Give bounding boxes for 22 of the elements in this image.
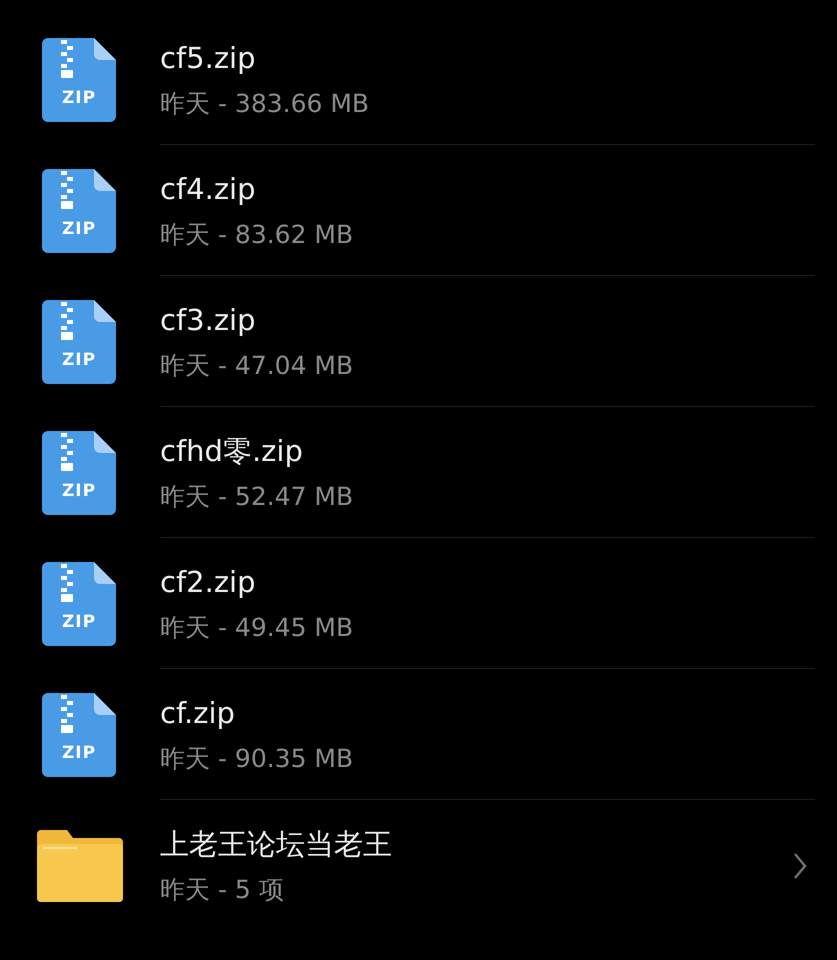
- zip-file-icon: ZIP: [42, 430, 116, 514]
- file-name: cf4.zip: [160, 170, 256, 206]
- zip-file-icon: ZIP: [42, 168, 116, 252]
- zip-file-icon: ZIP: [42, 300, 116, 384]
- zip-file-icon: ZIP: [42, 692, 116, 776]
- file-name: cf3.zip: [160, 302, 256, 338]
- file-name: cf2.zip: [160, 564, 256, 600]
- file-details: 昨天 - 383.66 MB: [160, 88, 370, 120]
- file-details: 昨天 - 83.62 MB: [160, 218, 354, 250]
- folder-icon: [37, 830, 123, 902]
- file-details: 昨天 - 47.04 MB: [160, 350, 354, 382]
- file-details: 昨天 - 5 项: [160, 874, 284, 906]
- file-name: cfhd零.zip: [160, 432, 303, 468]
- file-name: cf5.zip: [160, 40, 256, 76]
- file-details: 昨天 - 52.47 MB: [160, 480, 354, 512]
- file-name: cf.zip: [160, 694, 235, 730]
- file-name: 上老王论坛当老王: [160, 826, 392, 862]
- file-details: 昨天 - 90.35 MB: [160, 742, 354, 774]
- zip-file-icon: ZIP: [42, 38, 116, 122]
- file-details: 昨天 - 49.45 MB: [160, 612, 354, 644]
- zip-file-icon: ZIP: [42, 562, 116, 646]
- chevron-icon[interactable]: [793, 852, 807, 880]
